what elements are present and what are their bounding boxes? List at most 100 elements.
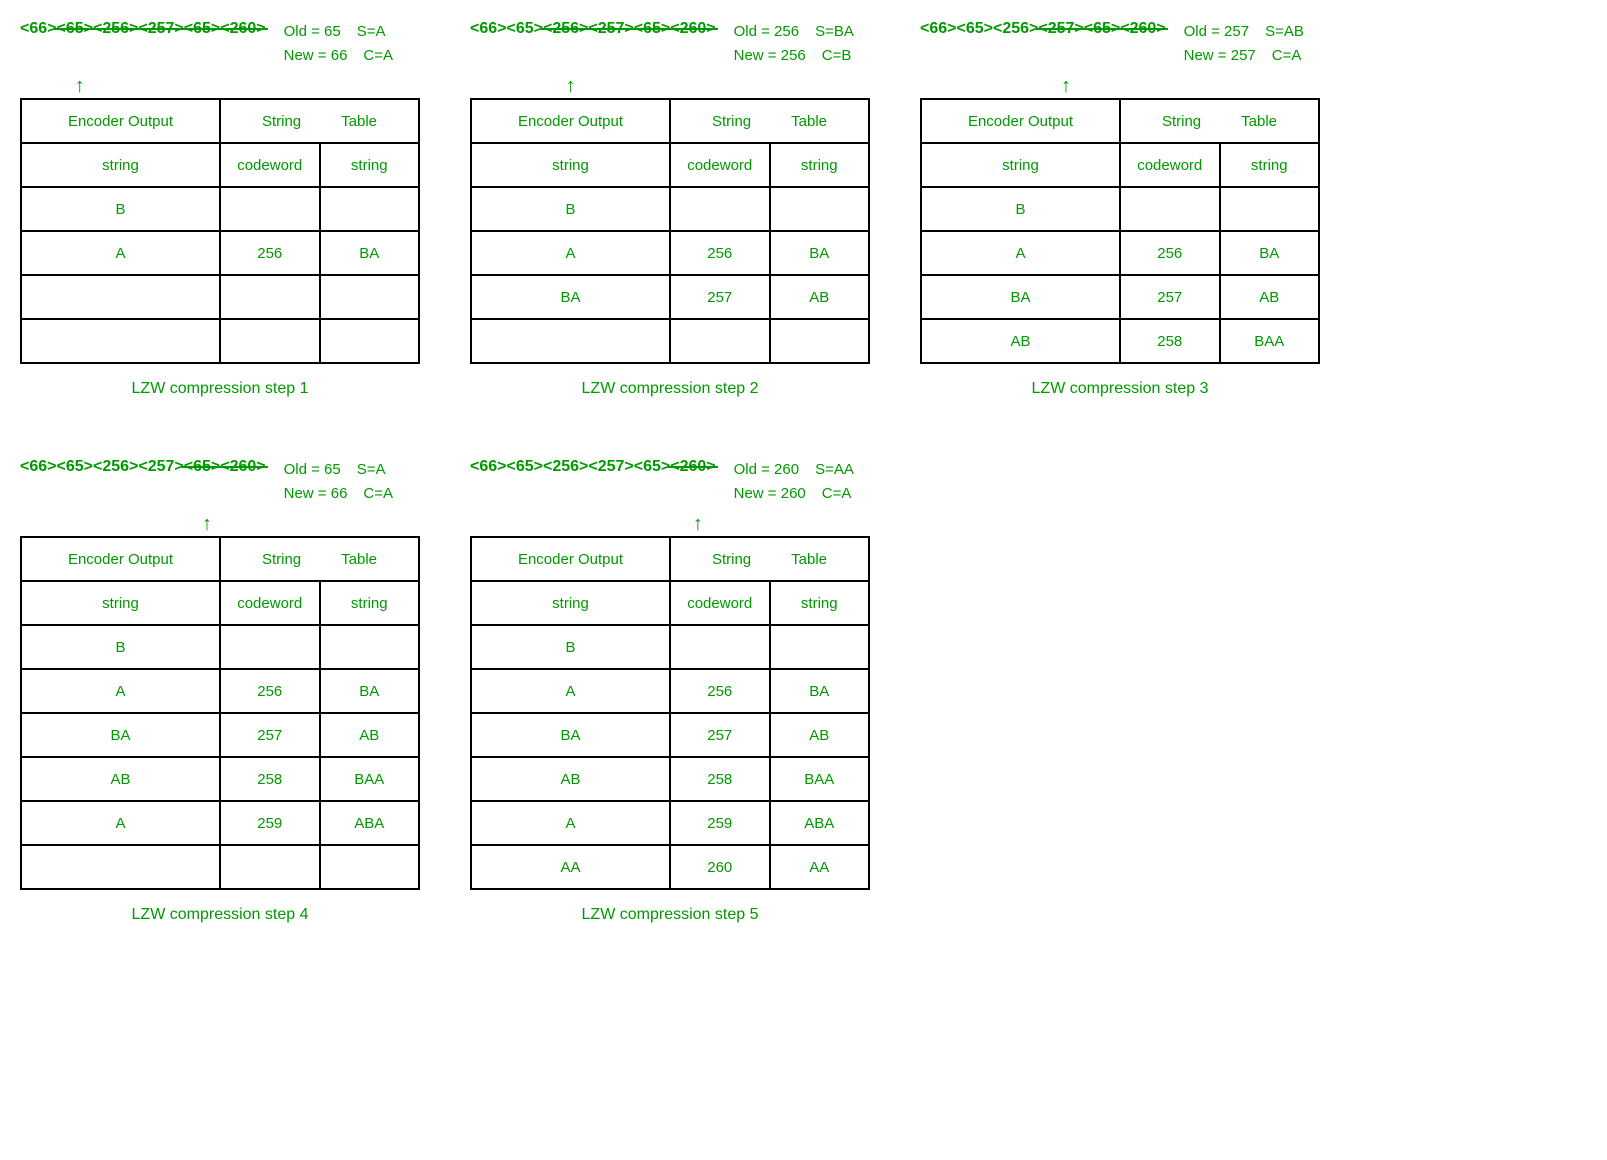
cell-out: A: [471, 231, 670, 275]
cell-codeword: 256: [220, 231, 320, 275]
cell-out: B: [471, 625, 670, 669]
cell-out: B: [921, 187, 1120, 231]
sub-string2: string: [320, 143, 420, 187]
cell-string: [320, 625, 420, 669]
cell-string: [320, 275, 420, 319]
th-encoder-output: Encoder Output: [921, 99, 1120, 143]
token-3: <257>: [588, 20, 633, 38]
token-1: <65>: [56, 458, 92, 476]
sub-codeword: codeword: [670, 143, 770, 187]
table-row: [21, 275, 419, 319]
table-row: [21, 319, 419, 363]
new-value: New = 256: [734, 47, 806, 64]
arrow-up-icon: ↑: [693, 514, 703, 534]
arrow-up-icon: ↑: [75, 76, 85, 96]
cell-string: AB: [770, 275, 870, 319]
panel-step-1: <66><65><256><257><65><260>Old = 65S=ANe…: [20, 20, 420, 398]
cell-string: [1220, 187, 1320, 231]
cell-codeword: [670, 319, 770, 363]
token-2: <256>: [93, 20, 138, 38]
cell-codeword: 256: [670, 669, 770, 713]
cell-out: A: [21, 669, 220, 713]
token-4: <65>: [634, 20, 670, 38]
cell-string: [320, 319, 420, 363]
cell-codeword: [220, 187, 320, 231]
token-0: <66>: [20, 458, 56, 476]
th-encoder-output: Encoder Output: [21, 537, 220, 581]
token-0: <66>: [470, 458, 506, 476]
c-value: C=A: [363, 47, 393, 64]
token-2: <256>: [993, 20, 1038, 38]
cell-string: BA: [770, 231, 870, 275]
panel-step-5: <66><65><256><257><65><260>Old = 260S=AA…: [470, 458, 870, 924]
sub-string: string: [471, 581, 670, 625]
cell-codeword: [1120, 187, 1220, 231]
old-value: Old = 260: [734, 461, 799, 478]
old-value: Old = 256: [734, 23, 799, 40]
cell-string: ABA: [320, 801, 420, 845]
sub-codeword: codeword: [220, 581, 320, 625]
caption: LZW compression step 2: [470, 380, 870, 398]
cell-string: [770, 625, 870, 669]
cell-out: A: [21, 231, 220, 275]
cell-codeword: 256: [220, 669, 320, 713]
codes-line: <66><65><256><257><65><260>Old = 256S=BA…: [470, 20, 870, 68]
sub-string2: string: [770, 581, 870, 625]
new-value: New = 257: [1184, 47, 1256, 64]
sub-string: string: [471, 143, 670, 187]
encoded-tokens: <66><65><256><257><65><260>: [920, 20, 1166, 38]
cell-out: A: [471, 801, 670, 845]
th-string-table: StringTable: [220, 99, 419, 143]
th-string-table: StringTable: [1120, 99, 1319, 143]
sub-string2: string: [320, 581, 420, 625]
table-row: A259ABA: [21, 801, 419, 845]
s-value: S=AA: [815, 461, 854, 478]
cell-codeword: 256: [670, 231, 770, 275]
cell-codeword: [220, 845, 320, 889]
token-1: <65>: [56, 20, 92, 38]
cell-out: AB: [21, 757, 220, 801]
sub-string2: string: [770, 143, 870, 187]
cell-codeword: 257: [670, 275, 770, 319]
side-info: Old = 65S=ANew = 66C=A: [284, 458, 393, 506]
cell-out: [21, 275, 220, 319]
cell-out: A: [921, 231, 1120, 275]
arrow-up-icon: ↑: [1061, 76, 1071, 96]
c-value: C=A: [822, 485, 852, 502]
cell-string: BA: [770, 669, 870, 713]
sub-codeword: codeword: [1120, 143, 1220, 187]
new-value: New = 66: [284, 47, 348, 64]
sub-codeword: codeword: [670, 581, 770, 625]
side-info: Old = 65S=ANew = 66C=A: [284, 20, 393, 68]
token-0: <66>: [920, 20, 956, 38]
cell-codeword: 257: [670, 713, 770, 757]
table-row: [471, 319, 869, 363]
table-row: A259ABA: [471, 801, 869, 845]
token-1: <65>: [506, 20, 542, 38]
caption: LZW compression step 5: [470, 906, 870, 924]
s-value: S=BA: [815, 23, 854, 40]
cell-out: BA: [471, 713, 670, 757]
step-table: Encoder OutputStringTablestringcodewords…: [20, 536, 420, 890]
token-4: <65>: [184, 458, 220, 476]
table-row: AB258BAA: [21, 757, 419, 801]
cell-out: BA: [921, 275, 1120, 319]
table-row: [21, 845, 419, 889]
cell-codeword: 258: [220, 757, 320, 801]
token-0: <66>: [470, 20, 506, 38]
cell-string: AB: [1220, 275, 1320, 319]
new-value: New = 260: [734, 485, 806, 502]
table-row: AA260AA: [471, 845, 869, 889]
table-row: AB258BAA: [471, 757, 869, 801]
th-string-table: StringTable: [220, 537, 419, 581]
cell-out: B: [21, 187, 220, 231]
cell-string: AB: [770, 713, 870, 757]
cell-out: BA: [21, 713, 220, 757]
table-row: A256BA: [921, 231, 1319, 275]
table-row: B: [921, 187, 1319, 231]
token-2: <256>: [543, 20, 588, 38]
cell-string: AA: [770, 845, 870, 889]
side-info: Old = 260 S=AA New = 260 C=A: [734, 458, 854, 506]
side-info: Old = 256S=BANew = 256C=B: [734, 20, 854, 68]
cell-string: AB: [320, 713, 420, 757]
